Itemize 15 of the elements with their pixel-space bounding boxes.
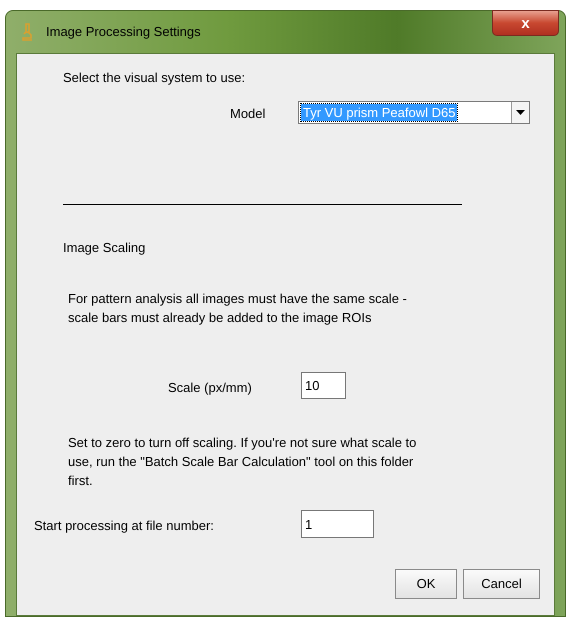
dialog-button[interactable]: OK bbox=[395, 569, 457, 599]
model-label: Model bbox=[230, 105, 266, 123]
window-title: Image Processing Settings bbox=[46, 23, 201, 42]
caret-icon bbox=[516, 110, 525, 115]
microscope-icon bbox=[21, 22, 33, 42]
scale-label: Scale (px/mm) bbox=[168, 379, 252, 397]
scaling-note: For pattern analysis all images must have the same scale - scale bars must already be added to the image ROIs bbox=[68, 290, 408, 327]
model-prompt: Select the visual system to use: bbox=[63, 69, 246, 87]
dialog-button[interactable]: Cancel bbox=[463, 569, 540, 599]
section-title: Image Scaling bbox=[63, 239, 146, 257]
zero-note: Set to zero to turn off scaling. If you're not sure what scale to use, run the "Batch Scale Bar Calculation" tool on this folder first. bbox=[68, 434, 418, 490]
scale-field[interactable]: 10 bbox=[301, 372, 346, 399]
start-label: Start processing at file number: bbox=[34, 517, 214, 535]
start-field[interactable]: 1 bbox=[301, 510, 374, 538]
close-button[interactable]: x bbox=[492, 10, 559, 36]
